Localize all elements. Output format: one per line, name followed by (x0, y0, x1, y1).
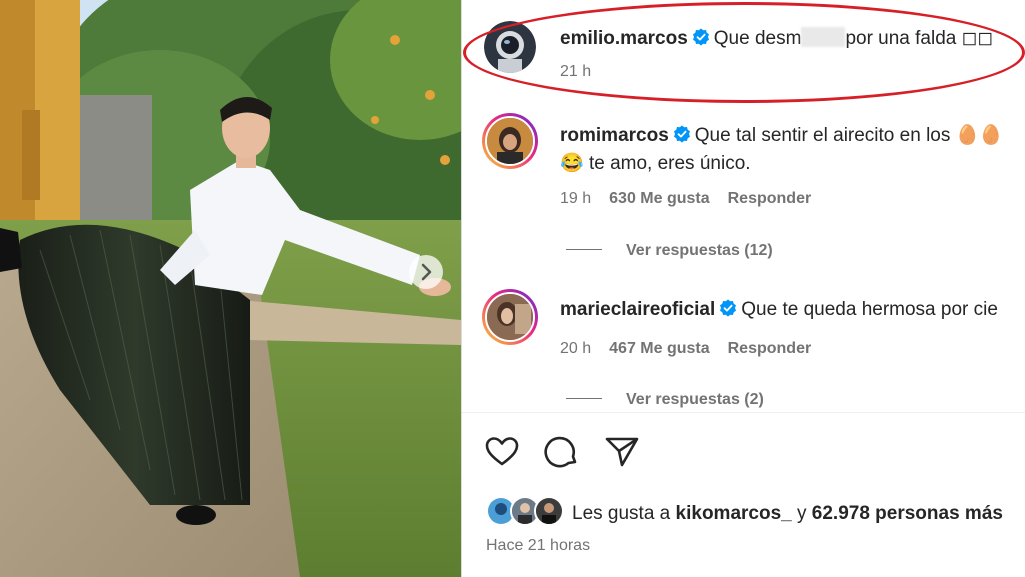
avatar[interactable] (482, 113, 538, 169)
comment-text: romimarcos Que tal sentir el airecito en … (560, 123, 1003, 147)
comment-body: Que tal sentir el airecito en los (694, 125, 956, 146)
comment-username[interactable]: marieclaireoficial (560, 299, 715, 320)
chevron-right-icon (421, 263, 432, 281)
comment-body: te amo, eres único. (583, 153, 751, 174)
carousel-next-button[interactable] (409, 255, 443, 289)
comment-likes[interactable]: 467 Me gusta (609, 340, 709, 357)
verified-badge-icon (673, 125, 690, 143)
share-icon (605, 437, 639, 467)
replies-dash (566, 249, 602, 250)
comment-icon (544, 436, 577, 468)
replies-dash (566, 398, 602, 399)
comment-emoji: 🥚🥚 (955, 125, 1003, 146)
likes-user-link[interactable]: kikomarcos_ (676, 503, 792, 524)
share-button[interactable] (604, 434, 640, 470)
comment-text: marieclaireoficial Que te queda hermosa p… (560, 299, 998, 321)
user-photo-icon (487, 118, 533, 164)
caption-body-start: Que desm (713, 28, 802, 49)
post-time[interactable]: Hace 21 horas (486, 537, 590, 555)
verified-badge-icon (692, 28, 709, 46)
comment-likes[interactable]: 630 Me gusta (609, 190, 709, 207)
like-button[interactable] (484, 434, 520, 470)
comment-body: Que te queda hermosa por cie (741, 299, 998, 320)
caption-text: emilio.marcos Que desm por una falda ◻◻ (560, 27, 993, 50)
comment-emoji: 😂 (560, 153, 584, 174)
caption-body-end: por una falda (845, 28, 962, 49)
avatar-photo (485, 116, 535, 166)
post-photo (0, 0, 461, 577)
comment-button[interactable] (544, 434, 580, 470)
user-photo-icon (536, 498, 562, 524)
view-replies-button[interactable]: Ver respuestas (12) (566, 242, 773, 260)
comment-time[interactable]: 19 h (560, 190, 591, 207)
comment-text-line2: 😂 te amo, eres único. (560, 151, 751, 175)
avatar (534, 496, 564, 526)
verified-badge-icon (720, 299, 737, 317)
censored-text (801, 27, 846, 47)
comment-meta: 19 h 630 Me gusta Responder (560, 190, 811, 208)
view-replies-label: Ver respuestas (12) (626, 242, 773, 259)
view-replies-label: Ver respuestas (2) (626, 391, 764, 408)
avatar-photo (485, 292, 535, 342)
actions-separator (462, 412, 1025, 413)
reply-button[interactable]: Responder (728, 190, 812, 207)
reply-button[interactable]: Responder (728, 340, 812, 357)
comment-username[interactable]: romimarcos (560, 125, 669, 146)
astronaut-avatar-icon (484, 21, 536, 73)
user-photo-icon (487, 294, 533, 340)
avatar[interactable] (482, 289, 538, 345)
caption-username[interactable]: emilio.marcos (560, 28, 688, 49)
heart-icon (485, 437, 519, 466)
likes-middle: y (791, 503, 812, 524)
comment-meta: 20 h 467 Me gusta Responder (560, 340, 811, 358)
caption-emoji: ◻◻ (961, 28, 994, 49)
comments-panel: emilio.marcos Que desm por una falda ◻◻ 21… (462, 0, 1025, 577)
likes-prefix: Les gusta a (572, 503, 676, 524)
caption-time[interactable]: 21 h (560, 63, 591, 81)
avatar[interactable] (484, 21, 536, 73)
view-replies-button[interactable]: Ver respuestas (2) (566, 391, 764, 409)
comment-time[interactable]: 20 h (560, 340, 591, 357)
likes-text: Les gusta a kikomarcos_ y 62.978 persona… (572, 503, 1003, 525)
likes-count-link[interactable]: 62.978 personas más (812, 503, 1003, 524)
